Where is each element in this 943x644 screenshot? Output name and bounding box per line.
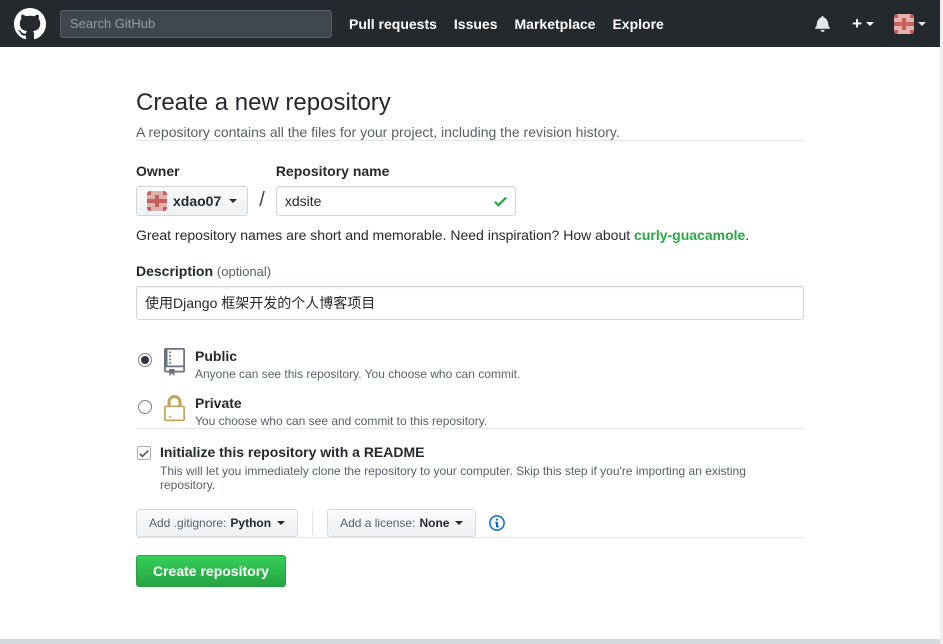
divider [136, 537, 804, 538]
divider [136, 428, 804, 429]
create-repository-form: Create a new repository A repository con… [136, 47, 804, 587]
name-hint-period: . [745, 227, 749, 243]
owner-repo-row: Owner [136, 163, 804, 216]
gitignore-button-label: Add .gitignore: [149, 516, 226, 530]
repository-name-input[interactable] [276, 186, 516, 216]
repository-name-label: Repository name [276, 163, 516, 179]
private-description: You choose who can see and commit to thi… [195, 414, 487, 428]
name-hint: Great repository names are short and mem… [136, 227, 804, 243]
chevron-down-icon [866, 22, 874, 26]
chevron-down-icon [277, 521, 285, 525]
license-button-label: Add a license: [340, 516, 415, 530]
private-option: Private You choose who can see and commi… [136, 394, 804, 428]
github-logo-icon[interactable] [14, 8, 46, 40]
notifications-bell-icon[interactable] [815, 15, 830, 32]
owner-select-button[interactable]: xdao07 [136, 186, 248, 216]
readme-label: Initialize this repository with a README [160, 444, 424, 460]
readme-checkbox[interactable] [137, 446, 151, 460]
owner-avatar [147, 191, 167, 211]
repo-book-icon [164, 348, 185, 376]
chevron-down-icon [229, 199, 237, 203]
readme-section: Initialize this repository with a README… [136, 444, 804, 492]
description-label: Description (optional) [136, 263, 804, 279]
chevron-down-icon [918, 22, 926, 26]
header-nav: Pull requests Issues Marketplace Explore [349, 16, 681, 32]
page-subtitle: A repository contains all the files for … [136, 124, 804, 140]
nav-marketplace[interactable]: Marketplace [515, 16, 596, 32]
private-label: Private [195, 395, 487, 411]
vertical-divider [312, 511, 313, 535]
add-gitignore-button[interactable]: Add .gitignore: Python [136, 509, 298, 537]
public-radio[interactable] [138, 353, 152, 367]
add-license-button[interactable]: Add a license: None [327, 509, 476, 537]
description-field: Description (optional) [136, 263, 804, 320]
public-description: Anyone can see this repository. You choo… [195, 367, 520, 381]
description-input[interactable] [136, 286, 804, 320]
public-label: Public [195, 348, 520, 364]
license-button-value: None [419, 516, 449, 530]
optional-label: (optional) [217, 264, 271, 279]
public-option: Public Anyone can see this repository. Y… [136, 347, 804, 381]
template-buttons-row: Add .gitignore: Python Add a license: No… [136, 509, 804, 537]
github-create-repo-page: Pull requests Issues Marketplace Explore… [0, 0, 943, 644]
readme-note: This will let you immediately clone the … [160, 464, 804, 492]
owner-username: xdao07 [173, 193, 221, 209]
create-repository-button[interactable]: Create repository [136, 555, 286, 587]
owner-label: Owner [136, 163, 248, 179]
owner-field: Owner [136, 163, 248, 216]
divider [136, 140, 804, 141]
search-input[interactable] [60, 10, 332, 38]
valid-check-icon [494, 193, 507, 215]
avatar [894, 14, 914, 34]
name-hint-text: Great repository names are short and mem… [136, 227, 634, 243]
info-icon[interactable] [489, 514, 505, 532]
header: Pull requests Issues Marketplace Explore… [0, 0, 940, 47]
private-radio[interactable] [138, 400, 152, 414]
nav-explore[interactable]: Explore [612, 16, 663, 32]
gitignore-button-value: Python [230, 516, 271, 530]
suggested-name-link[interactable]: curly-guacamole [634, 227, 745, 243]
create-new-plus-button[interactable]: + [852, 14, 874, 34]
chevron-down-icon [455, 521, 463, 525]
visibility-options: Public Anyone can see this repository. Y… [136, 347, 804, 428]
window-bottom-edge [0, 639, 940, 644]
description-label-text: Description [136, 263, 213, 279]
nav-pull-requests[interactable]: Pull requests [349, 16, 437, 32]
user-avatar-button[interactable] [894, 14, 926, 34]
plus-icon: + [852, 14, 862, 34]
header-right: + [815, 14, 926, 34]
owner-repo-separator: / [259, 189, 265, 216]
nav-issues[interactable]: Issues [454, 16, 498, 32]
lock-icon [164, 395, 185, 423]
repository-name-field: Repository name [276, 163, 516, 216]
page-title: Create a new repository [136, 89, 804, 117]
